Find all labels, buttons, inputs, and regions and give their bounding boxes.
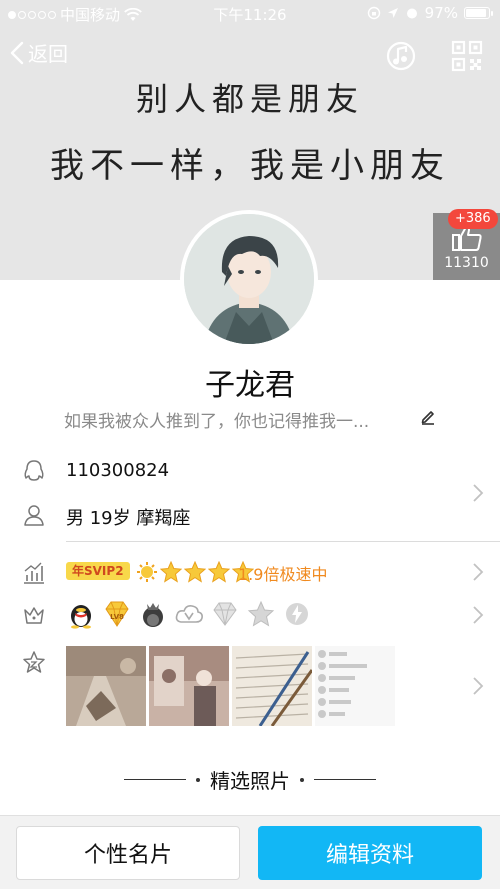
chevron-right-icon (473, 606, 484, 624)
cover-text-line1: 别人都是朋友 (135, 80, 364, 118)
alarm-icon (406, 8, 417, 19)
featured-photos-header: 精选照片 (0, 765, 500, 794)
level-chart-icon (24, 562, 44, 584)
photo-thumbnail[interactable] (149, 646, 229, 726)
profile-signature[interactable]: 如果我被众人推到了，你也记得推我一... (64, 407, 369, 432)
divider (66, 541, 500, 542)
qq-penguin-icon (71, 605, 91, 629)
level-icons (136, 561, 254, 583)
diamond-gold-icon: LV8 (105, 601, 129, 627)
crown-icon (24, 607, 44, 624)
svg-text:LV8: LV8 (110, 613, 124, 621)
avatar-image (184, 214, 314, 344)
chevron-right-icon (473, 677, 484, 695)
account-info-row[interactable]: 110300824 男 19岁 摩羯座 (0, 455, 500, 545)
status-bar: 中国移动 下午11:26 97% (0, 0, 500, 28)
star-grey-icon (247, 600, 275, 627)
pencil-icon[interactable] (420, 409, 436, 425)
edit-profile-button[interactable]: 编辑资料 (258, 826, 482, 880)
star-level-icon (160, 561, 182, 583)
cover-text-line2: 我不一样，我是小朋友 (50, 146, 450, 186)
gender-age-zodiac: 男 19岁 摩羯座 (66, 508, 191, 529)
back-button[interactable]: 返回 (10, 38, 68, 67)
location-icon (387, 8, 398, 18)
qq-penguin-icon (24, 460, 44, 481)
battery-icon (464, 7, 493, 19)
star-level-icon (184, 561, 206, 583)
privilege-icons: LV8 (66, 599, 312, 629)
battery-level (466, 9, 487, 17)
bottom-action-bar: 个性名片 编辑资料 (0, 815, 500, 889)
photo-thumbnail[interactable] (315, 646, 395, 726)
sun-level-icon (137, 562, 157, 582)
dot (300, 777, 304, 782)
star-badge-icon (23, 651, 45, 673)
like-count: 11310 (444, 255, 489, 271)
svip-badge: 年SVIP2 (66, 562, 130, 580)
avatar[interactable] (180, 210, 318, 348)
cloud-vip-icon (175, 605, 203, 623)
featured-photos-title: 精选照片 (210, 769, 290, 793)
photo-thumbnail[interactable] (66, 646, 146, 726)
crowned-penguin-icon (143, 603, 163, 627)
profile-card-button[interactable]: 个性名片 (16, 826, 240, 880)
rotation-lock-icon (367, 6, 380, 20)
profile-name: 子龙君 (205, 368, 295, 403)
chevron-left-icon (10, 41, 24, 64)
back-label: 返回 (28, 42, 68, 66)
dot (196, 777, 200, 782)
diamond-grey-icon (213, 602, 237, 626)
lightning-grey-icon (286, 603, 308, 625)
music-note-icon[interactable] (385, 40, 417, 72)
chevron-right-icon (473, 563, 484, 581)
speed-status: 1.9倍极速中 (238, 565, 328, 584)
status-right: 97% (367, 4, 493, 22)
qq-number: 110300824 (66, 460, 170, 481)
star-level-icon (208, 561, 230, 583)
divider (124, 779, 186, 780)
person-icon (24, 505, 44, 526)
photo-thumbnail[interactable] (232, 646, 312, 726)
photo-thumbnails (66, 646, 395, 726)
battery-percent: 97% (424, 4, 458, 22)
qr-code-icon[interactable] (451, 40, 483, 72)
chevron-right-icon (473, 484, 484, 502)
divider (314, 779, 376, 780)
like-increment-badge: +386 (448, 209, 498, 229)
